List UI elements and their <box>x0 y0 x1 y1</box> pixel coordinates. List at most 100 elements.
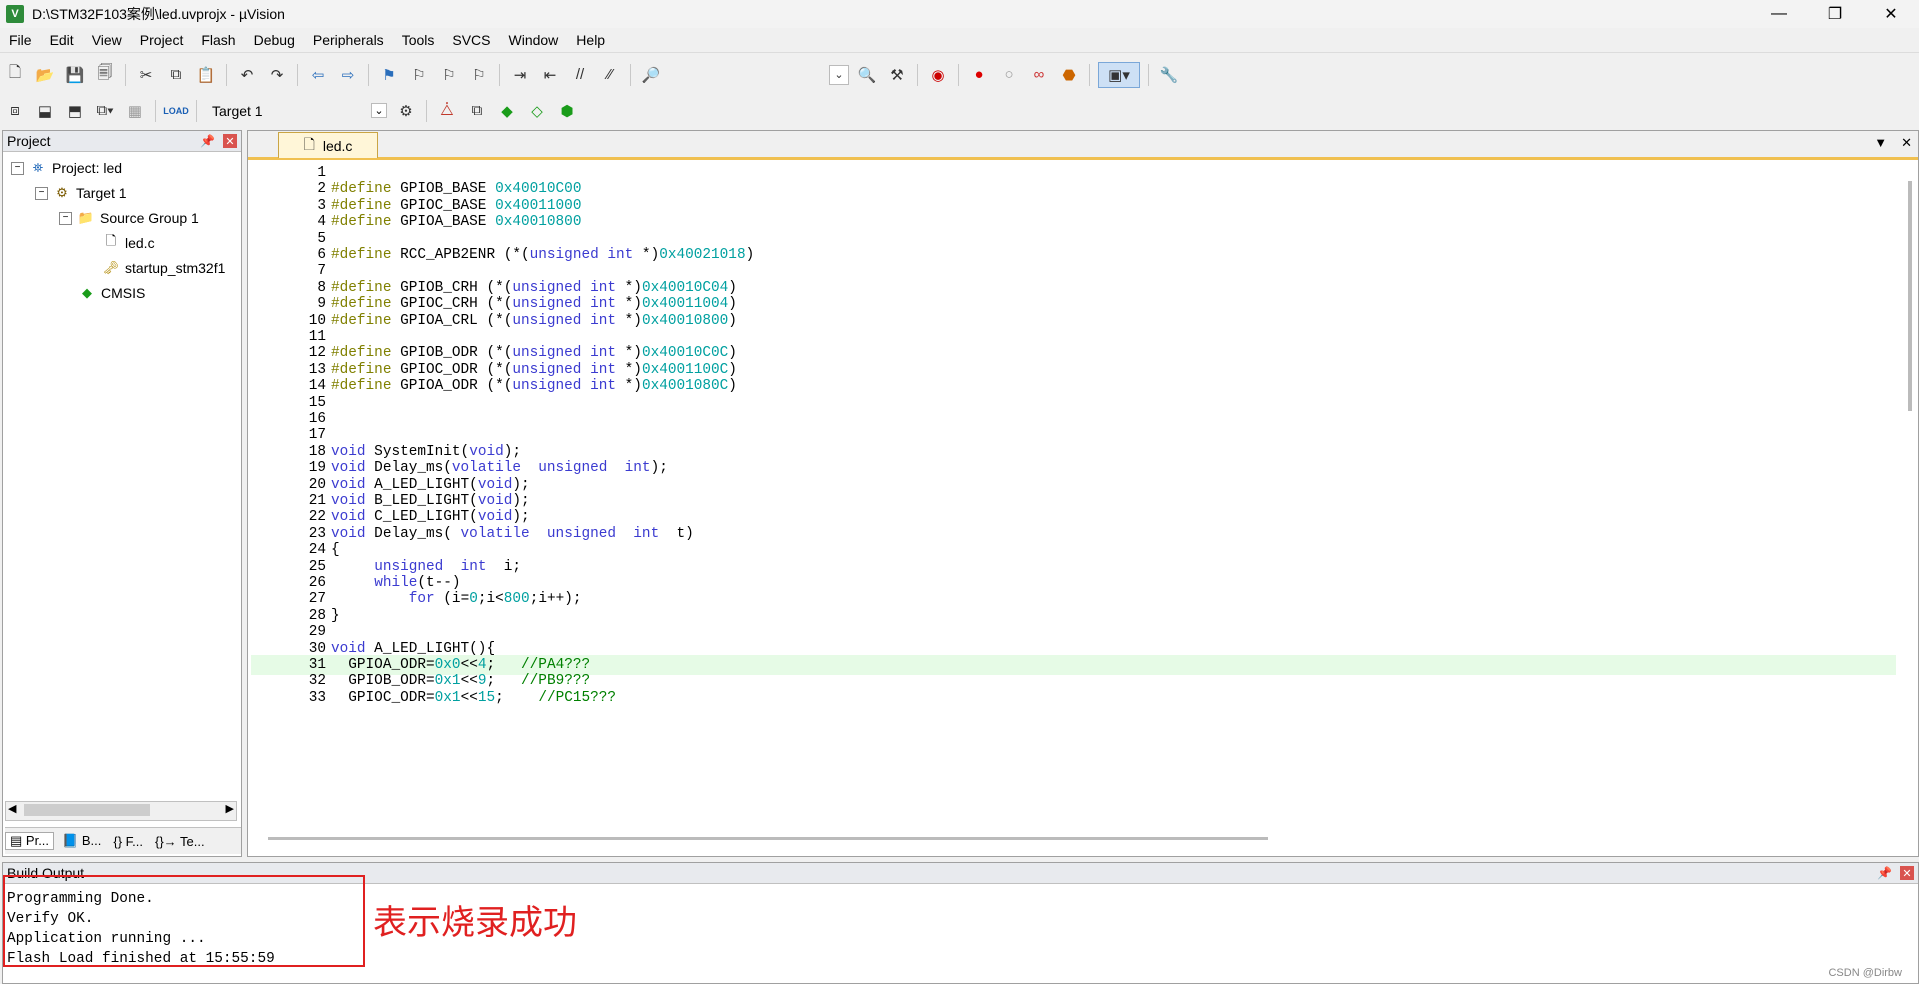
manage-components-icon[interactable]: ⧉ <box>465 99 489 123</box>
kill-all-breakpoints-icon[interactable]: ⬣ <box>1057 63 1081 87</box>
tab-project[interactable]: ▤ Pr... <box>5 832 55 850</box>
redo-icon[interactable]: ↷ <box>265 63 289 87</box>
download-load-icon[interactable]: LOAD <box>163 99 189 123</box>
collapse-icon[interactable]: − <box>59 211 72 225</box>
build-toolbar: ⧈ ⬓ ⬒ ⧉▾ ▦ LOAD Target 1 ⌄ ⚙ ⧊ ⧉ ◆ ◇ ⬢ <box>0 94 620 127</box>
menu-debug[interactable]: Debug <box>245 28 304 52</box>
editor-tab-led-c[interactable]: 🗋 led.c <box>278 132 378 158</box>
pin-icon[interactable]: 📌 <box>1877 866 1892 880</box>
uncomment-icon[interactable]: ⁄⁄ <box>598 63 622 87</box>
rebuild-icon[interactable]: ⬒ <box>63 99 87 123</box>
run-time-environment-icon[interactable]: ◇ <box>525 99 549 123</box>
menu-file[interactable]: File <box>0 28 41 52</box>
indent-icon[interactable]: ⇥ <box>508 63 532 87</box>
configure-icon[interactable]: 🔧 <box>1157 63 1181 87</box>
pin-icon[interactable]: 📌 <box>200 134 215 148</box>
editor-vertical-scrollbar[interactable] <box>1908 181 1912 411</box>
window-layout-icon[interactable]: ▣▾ <box>1098 61 1140 88</box>
menu-flash[interactable]: Flash <box>192 28 244 52</box>
build-icon[interactable]: ⬓ <box>33 99 57 123</box>
open-file-icon[interactable]: 📂 <box>33 63 57 87</box>
menu-edit[interactable]: Edit <box>41 28 83 52</box>
file-icon: 🗋 <box>105 233 117 248</box>
toolbar-separator <box>368 63 369 86</box>
disable-all-breakpoints-icon[interactable]: ∞ <box>1027 63 1051 87</box>
target-options-icon[interactable]: ⚙ <box>394 99 418 123</box>
tree-label: Target 1 <box>76 185 127 201</box>
file-extensions-icon[interactable]: ⧊ <box>435 99 459 123</box>
project-horizontal-scrollbar[interactable]: ◀ ▶ <box>5 801 237 821</box>
menu-tools[interactable]: Tools <box>393 28 444 52</box>
close-tab-icon[interactable]: ✕ <box>1901 135 1912 151</box>
close-icon[interactable]: ✕ <box>223 134 237 148</box>
bookmark-next-icon[interactable]: ⚐ <box>437 63 461 87</box>
menu-view[interactable]: View <box>83 28 131 52</box>
incremental-find-icon[interactable]: ⚒ <box>885 63 909 87</box>
code-text: GPIOC_ODR=0x1<<15; //PC15??? <box>331 689 617 706</box>
find-combo-dropdown-icon[interactable]: ⌄ <box>829 64 849 85</box>
collapse-icon[interactable]: − <box>35 186 48 200</box>
tree-cmsis[interactable]: ◆ CMSIS <box>79 282 145 304</box>
collapse-icon[interactable]: − <box>11 161 24 175</box>
chevron-down-icon: ⌄ <box>371 103 387 118</box>
navigate-forward-icon[interactable]: ⇨ <box>336 63 360 87</box>
menu-peripherals[interactable]: Peripherals <box>304 28 393 52</box>
menu-project[interactable]: Project <box>131 28 193 52</box>
toolbar-separator <box>499 63 500 86</box>
close-button[interactable]: ✕ <box>1863 0 1919 28</box>
start-debug-icon[interactable]: ◉ <box>926 63 950 87</box>
bookmark-clear-icon[interactable]: ⚐ <box>467 63 491 87</box>
tree-project-root[interactable]: − ⛯ Project: led <box>11 157 122 179</box>
tree-file-led-c[interactable]: 🗋 led.c <box>103 232 155 254</box>
select-packs-icon[interactable]: ◆ <box>495 99 519 123</box>
tab-list-dropdown-icon[interactable]: ▼ <box>1874 135 1887 151</box>
find-in-files-icon[interactable]: 🔎 <box>639 63 663 87</box>
minimize-button[interactable]: — <box>1751 0 1807 28</box>
code-area[interactable]: 1 2 #define GPIOB_BASE 0x40010C00 3 #define … <box>251 163 1896 813</box>
batch-build-icon[interactable]: ⧉▾ <box>93 99 117 123</box>
tab-functions[interactable]: {} F... <box>109 834 147 849</box>
project-panel-title: Project <box>7 133 51 149</box>
tab-templates[interactable]: {}→ Te... <box>151 834 209 849</box>
scroll-right-icon[interactable]: ▶ <box>226 802 234 815</box>
pack-installer-icon[interactable]: ⬢ <box>555 99 579 123</box>
new-file-icon[interactable]: 🗋 <box>3 63 27 87</box>
menu-help[interactable]: Help <box>567 28 614 52</box>
tree-file-startup[interactable]: 🗝 startup_stm32f1 <box>103 257 226 279</box>
navigate-back-icon[interactable]: ⇦ <box>306 63 330 87</box>
save-icon[interactable]: 💾 <box>63 63 87 87</box>
find-icon[interactable]: 🔍 <box>855 63 879 87</box>
insert-breakpoint-icon[interactable]: ● <box>967 63 991 87</box>
tree-label: CMSIS <box>101 285 146 301</box>
unindent-icon[interactable]: ⇤ <box>538 63 562 87</box>
bookmark-prev-icon[interactable]: ⚐ <box>407 63 431 87</box>
tab-books[interactable]: 📘 B... <box>58 833 105 849</box>
menu-svcs[interactable]: SVCS <box>443 28 499 52</box>
scroll-thumb[interactable] <box>24 804 150 816</box>
save-all-icon[interactable]: 🗐 <box>93 63 117 87</box>
tree-source-group[interactable]: − 📁 Source Group 1 <box>59 207 199 229</box>
code-line[interactable]: 33 GPIOC_ODR=0x1<<15; //PC15??? <box>251 688 1896 708</box>
editor-horizontal-scrollbar[interactable] <box>268 837 1268 840</box>
bookmark-toggle-icon[interactable]: ⚑ <box>377 63 401 87</box>
enable-breakpoint-icon[interactable]: ○ <box>997 63 1021 87</box>
scroll-left-icon[interactable]: ◀ <box>8 802 16 815</box>
tree-label: startup_stm32f1 <box>125 260 226 276</box>
restore-button[interactable]: ❐ <box>1807 0 1863 28</box>
translate-icon[interactable]: ⧈ <box>3 99 27 123</box>
annotation-text: 表示烧录成功 <box>373 904 577 942</box>
toolbar-separator <box>630 63 631 86</box>
line-number: 33 <box>308 689 326 706</box>
toolbar-separator <box>297 63 298 86</box>
stop-build-icon[interactable]: ▦ <box>123 99 147 123</box>
copy-icon[interactable]: ⧉ <box>164 63 188 87</box>
cut-icon[interactable]: ✂ <box>134 63 158 87</box>
menu-window[interactable]: Window <box>500 28 568 52</box>
target-select[interactable]: Target 1 ⌄ <box>208 99 391 123</box>
close-icon[interactable]: ✕ <box>1900 866 1914 880</box>
paste-icon[interactable]: 📋 <box>194 63 218 87</box>
tree-target[interactable]: − ⚙ Target 1 <box>35 182 127 204</box>
toolbar-separator <box>1089 63 1090 86</box>
undo-icon[interactable]: ↶ <box>235 63 259 87</box>
comment-icon[interactable]: // <box>568 63 592 87</box>
